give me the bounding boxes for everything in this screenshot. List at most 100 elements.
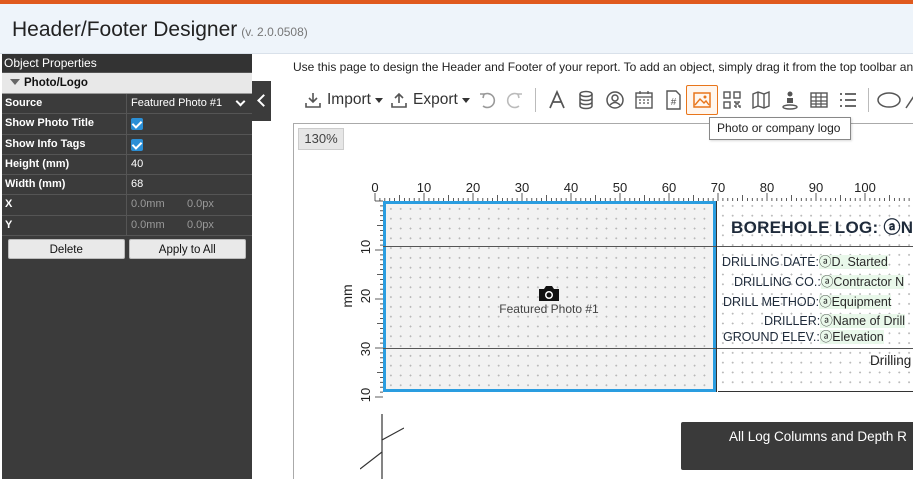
y-mm-value: 0.0mm <box>131 218 165 231</box>
table-icon[interactable] <box>809 90 829 110</box>
toolbar-separator <box>868 88 869 112</box>
ruler-x-label: 60 <box>662 180 676 195</box>
ellipse-icon[interactable] <box>876 90 902 110</box>
import-icon <box>305 93 321 108</box>
object-properties-panel: Object Properties Photo/Logo Source Feat… <box>2 54 252 479</box>
ruler-y-label: 10 <box>358 388 373 402</box>
title-text: Header/Footer Designer <box>12 18 238 41</box>
ruler-x-label: 90 <box>809 180 823 195</box>
info-line-ground-elev: GROUND ELEV.:ⓐElevation <box>723 326 884 345</box>
ruler-x-label: 100 <box>854 180 876 195</box>
export-icon <box>391 92 407 108</box>
toolbar-separator <box>535 88 536 112</box>
svg-text:#: # <box>671 97 677 108</box>
instructions-text: Use this page to design the Header and F… <box>293 60 913 74</box>
panel-title: Object Properties <box>2 54 252 73</box>
export-caret-icon <box>461 97 470 103</box>
export-button[interactable]: Export <box>390 85 470 115</box>
all-log-columns-box[interactable]: All Log Columns and Depth R <box>681 422 913 470</box>
ruler-x-label: 80 <box>760 180 774 195</box>
calendar-icon[interactable] <box>634 90 654 110</box>
section-label: Photo/Logo <box>24 77 88 89</box>
line-icon[interactable] <box>905 90 913 110</box>
delete-button[interactable]: Delete <box>8 239 125 260</box>
info-key: DRILLING DATE: <box>722 255 820 269</box>
import-label: Import <box>327 91 371 108</box>
y-input[interactable]: 0.0mm 0.0px <box>127 216 252 235</box>
page-break-icon <box>360 414 404 479</box>
list-icon[interactable] <box>838 90 858 110</box>
y-label: Y <box>2 215 127 236</box>
redo-icon[interactable] <box>505 90 525 110</box>
apply-to-all-button[interactable]: Apply to All <box>128 239 246 260</box>
toolbar: Import Export # <box>300 85 913 115</box>
info-value: ⓐEquipment <box>819 295 892 309</box>
ruler-x-label: 10 <box>417 180 431 195</box>
source-value: Featured Photo #1 <box>131 97 223 109</box>
page-title: Header/Footer Designer (v. 2.0.0508) <box>12 18 308 42</box>
import-caret-icon <box>374 97 383 103</box>
height-label: Height (mm) <box>2 154 127 175</box>
database-icon[interactable] <box>576 90 596 110</box>
divider-line <box>383 246 913 247</box>
info-value: ⓐElevation <box>819 330 884 344</box>
import-button[interactable]: Import <box>304 85 383 115</box>
camera-icon <box>539 286 559 301</box>
y-px-value: 0.0px <box>187 218 214 231</box>
photo-logo-tool-button[interactable] <box>686 85 718 115</box>
prop-row-x: X 0.0mm 0.0px <box>2 195 252 216</box>
collapse-panel-button[interactable] <box>252 81 271 121</box>
section-photo-logo[interactable]: Photo/Logo <box>2 73 252 94</box>
info-line-drilling-date: DRILLING DATE:ⓐD. Started <box>722 251 888 270</box>
photo-title-label: Featured Photo #1 <box>499 302 599 316</box>
ruler-x-label: 70 <box>711 180 725 195</box>
collapse-triangle-icon <box>10 79 20 85</box>
x-mm-value: 0.0mm <box>131 198 165 211</box>
design-canvas[interactable]: 130% 0 10 20 30 40 50 60 70 80 90 100 10 20 30 10 mm Fe… <box>293 123 913 479</box>
source-label: Source <box>2 94 127 114</box>
borehole-info-area[interactable]: BOREHOLE LOG: ⓐN DRILLING DATE:ⓐD. Start… <box>718 201 913 392</box>
x-px-value: 0.0px <box>187 198 214 211</box>
info-line-drilling-co: DRILLING CO.:ⓐContractor N <box>734 271 905 290</box>
source-select[interactable]: Featured Photo #1 <box>127 94 252 113</box>
map-icon[interactable] <box>751 90 771 110</box>
user-badge-icon[interactable] <box>605 90 625 110</box>
show-photo-title-checkbox[interactable] <box>131 118 143 131</box>
page-number-icon[interactable]: # <box>663 90 683 110</box>
divider-vertical <box>716 201 717 392</box>
undo-icon[interactable] <box>477 90 497 110</box>
photo-logo-icon <box>693 92 711 108</box>
chevron-down-icon <box>235 96 246 107</box>
width-input[interactable]: 68 <box>127 175 252 194</box>
ruler-x-label: 40 <box>564 180 578 195</box>
prop-row-show-info-tags: Show Info Tags <box>2 134 252 155</box>
ruler-x-label: 50 <box>613 180 627 195</box>
ruler-unit-label: mm <box>339 284 355 307</box>
person-location-icon[interactable] <box>780 90 800 110</box>
qr-code-icon[interactable] <box>722 90 742 110</box>
x-input[interactable]: 0.0mm 0.0px <box>127 195 252 214</box>
ruler-x-label: 20 <box>466 180 480 195</box>
photo-logo-tooltip: Photo or company logo <box>709 117 851 140</box>
show-info-tags-label: Show Info Tags <box>2 134 127 154</box>
ruler-x-label: 0 <box>371 180 378 195</box>
info-value: ⓐContractor N <box>820 275 905 289</box>
info-key: DRILLING CO.: <box>734 275 821 289</box>
show-info-tags-checkbox[interactable] <box>131 138 143 151</box>
prop-row-height: Height (mm) 40 <box>2 154 252 176</box>
show-info-tags-cell <box>127 135 252 154</box>
header-footer-designer-app: { "app": { "title": "Header/Footer Desig… <box>0 0 913 479</box>
ruler-x-label: 30 <box>515 180 529 195</box>
info-line-drill-method: DRILL METHOD:ⓐEquipment <box>723 291 892 310</box>
prop-row-show-photo-title: Show Photo Title <box>2 114 252 135</box>
show-photo-title-cell <box>127 114 252 133</box>
ruler-y-label: 10 <box>358 240 373 254</box>
info-value: ⓐD. Started <box>819 255 888 269</box>
panel-buttons: Delete Apply to All <box>2 236 252 260</box>
export-label: Export <box>413 91 458 108</box>
prop-row-y: Y 0.0mm 0.0px <box>2 215 252 237</box>
borehole-title: BOREHOLE LOG: ⓐN <box>731 218 913 237</box>
height-input[interactable]: 40 <box>127 155 252 174</box>
text-icon[interactable] <box>547 90 567 110</box>
x-label: X <box>2 195 127 215</box>
